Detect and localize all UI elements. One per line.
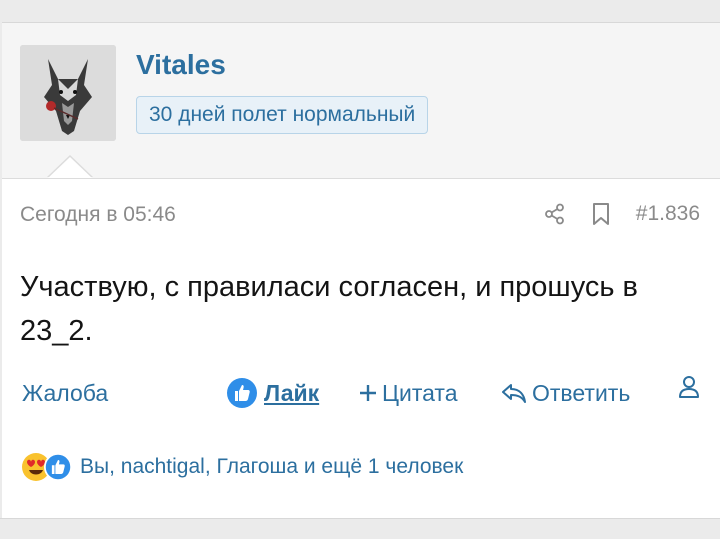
post-date[interactable]: Сегодня в 05:46 — [20, 203, 176, 227]
post-message: Участвую, с правиласи согласен, и прошус… — [20, 271, 638, 347]
mention-user-button[interactable] — [678, 375, 700, 399]
user-header: Vitales 30 дней полет нормальный — [2, 23, 720, 179]
thumbs-up-icon — [227, 378, 257, 408]
user-icon — [679, 376, 699, 398]
report-button[interactable]: Жалоба — [22, 375, 108, 411]
reply-label: Ответить — [532, 380, 631, 406]
reply-arrow-icon — [502, 384, 526, 403]
username[interactable]: Vitales — [136, 49, 226, 81]
post-container: Vitales 30 дней полет нормальный Сегодня… — [0, 0, 720, 539]
like-reaction-icon — [44, 453, 72, 481]
post-card: Vitales 30 дней полет нормальный Сегодня… — [2, 22, 720, 519]
report-label: Жалоба — [22, 380, 109, 406]
post-actions-bar: Жалоба Лайк Цитата Ответить — [20, 375, 700, 415]
reply-button[interactable]: Ответить — [500, 375, 630, 411]
bookmark-icon[interactable] — [588, 201, 614, 227]
post-meta-actions: #1.836 — [522, 201, 700, 227]
user-title-badge: 30 дней полет нормальный — [136, 96, 429, 134]
quote-label: Цитата — [382, 380, 458, 406]
like-button[interactable]: Лайк — [226, 375, 319, 411]
post-bottom-gap — [0, 518, 720, 539]
reactions-summary[interactable]: Вы, nachtigal, Глагоша и ещё 1 человек — [20, 451, 463, 483]
post-top-gap — [0, 0, 720, 20]
post-number[interactable]: #1.836 — [636, 202, 700, 226]
wolf-avatar-icon — [20, 45, 116, 141]
avatar[interactable] — [20, 45, 116, 141]
like-label: Лайк — [264, 380, 320, 406]
share-icon[interactable] — [542, 201, 568, 227]
reactions-text: Вы, nachtigal, Глагоша и ещё 1 человек — [80, 455, 464, 478]
header-pointer — [48, 157, 92, 178]
quote-button[interactable]: Цитата — [358, 375, 458, 411]
plus-icon — [360, 385, 376, 401]
